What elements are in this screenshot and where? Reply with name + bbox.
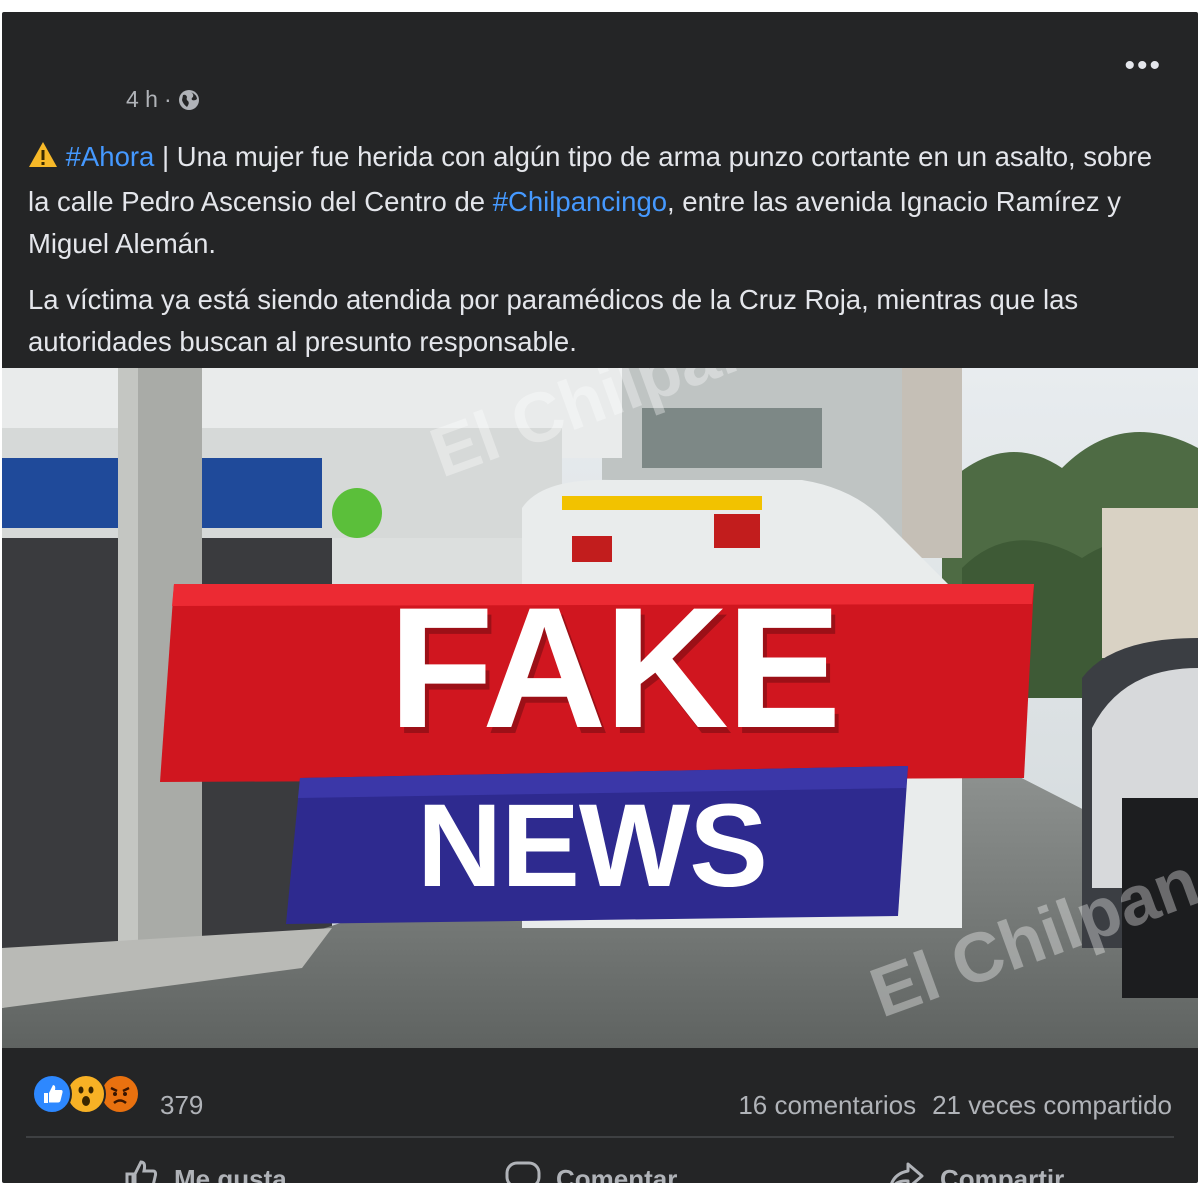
- warning-icon: [28, 139, 58, 181]
- globe-icon[interactable]: [178, 89, 200, 111]
- reactions-bar: 379 16 comentarios 21 veces compartido: [2, 1048, 1198, 1138]
- post-time[interactable]: 4 h: [126, 86, 158, 113]
- share-button[interactable]: Compartir: [886, 1152, 1064, 1183]
- post-stats: 16 comentarios 21 veces compartido: [738, 1090, 1172, 1121]
- share-label: Compartir: [940, 1164, 1065, 1183]
- meta-separator: ·: [163, 86, 172, 112]
- post-card: 4 h · ••• #Ahora | Una mujer fue herida …: [2, 12, 1198, 1183]
- comment-label: Comentar: [556, 1164, 678, 1183]
- reaction-count[interactable]: 379: [160, 1090, 203, 1121]
- post-paragraph-1: #Ahora | Una mujer fue herida con algún …: [28, 136, 1178, 265]
- shares-count[interactable]: 21 veces compartido: [932, 1090, 1172, 1121]
- comment-button[interactable]: Comentar: [504, 1152, 677, 1183]
- like-icon: [32, 1074, 72, 1114]
- share-icon: [890, 1162, 924, 1183]
- like-button[interactable]: Me gusta: [122, 1152, 287, 1183]
- fake-overlay-text: FAKE: [388, 572, 842, 764]
- wow-icon: [66, 1074, 106, 1114]
- action-bar: Me gusta Comentar Compartir: [2, 1152, 1198, 1183]
- angry-icon: [100, 1074, 140, 1114]
- comments-count[interactable]: 16 comentarios: [738, 1090, 916, 1121]
- post-body: #Ahora | Una mujer fue herida con algún …: [28, 136, 1178, 377]
- post-meta: 4 h ·: [126, 86, 200, 113]
- hashtag-chilpancingo[interactable]: #Chilpancingo: [493, 186, 667, 217]
- post-paragraph-2: La víctima ya está siendo atendida por p…: [28, 284, 1079, 357]
- news-overlay-text: NEWS: [417, 780, 768, 912]
- like-label: Me gusta: [174, 1164, 287, 1183]
- comment-icon: [505, 1161, 541, 1183]
- hashtag-ahora[interactable]: #Ahora: [66, 141, 155, 172]
- divider: [26, 1136, 1174, 1138]
- reaction-icons[interactable]: [32, 1074, 152, 1114]
- thumbs-up-icon: [125, 1160, 158, 1183]
- more-options-icon[interactable]: •••: [1124, 51, 1162, 81]
- post-image[interactable]: El Chilpancingo El Chilpancingo FAKE NEW…: [2, 368, 1198, 1048]
